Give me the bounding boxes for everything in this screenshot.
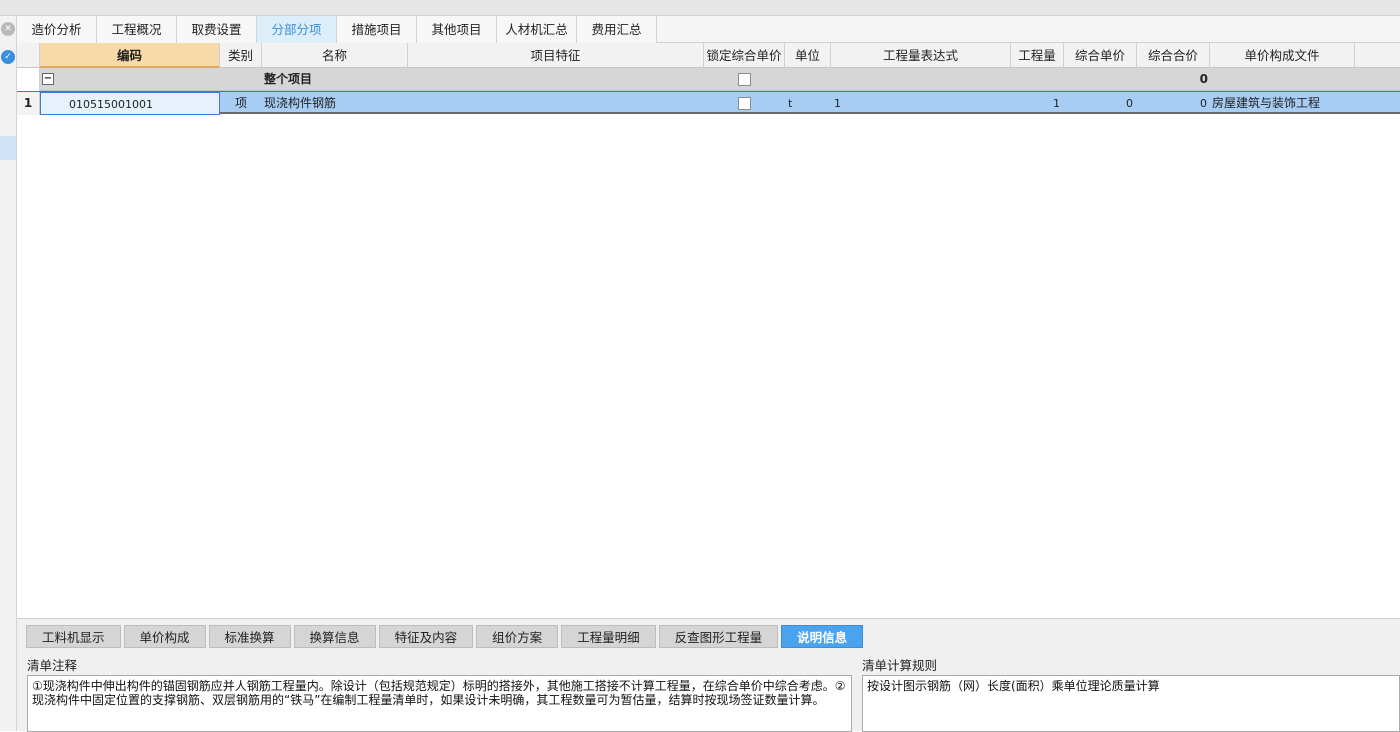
root-total-price: 0 (1199, 72, 1208, 86)
close-icon[interactable]: ✕ (1, 22, 15, 36)
table-row[interactable]: 1 010515001001 项 现浇构件钢筋 t 1 1 0 0 房屋建筑与装… (17, 91, 1400, 115)
header-quantity-expression[interactable]: 工程量表达式 (831, 43, 1011, 68)
header-unit-price[interactable]: 综合单价 (1064, 43, 1137, 68)
item-quantity[interactable]: 1 (1011, 92, 1060, 115)
tab-fee-settings[interactable]: 取费设置 (177, 16, 257, 43)
header-row-number (17, 43, 40, 68)
item-code[interactable]: 010515001001 (40, 92, 220, 115)
tab-reverse-graphic-quantity[interactable]: 反查图形工程量 (658, 625, 779, 648)
tab-fee-summary[interactable]: 费用汇总 (577, 16, 657, 43)
lock-price-checkbox[interactable] (738, 73, 751, 86)
side-selection-marker (0, 136, 16, 160)
header-feature[interactable]: 项目特征 (408, 43, 704, 68)
item-name[interactable]: 现浇构件钢筋 (264, 92, 404, 115)
tab-feature-content[interactable]: 特征及内容 (378, 625, 474, 648)
tab-quantity-details[interactable]: 工程量明细 (561, 625, 656, 648)
header-quantity[interactable]: 工程量 (1011, 43, 1064, 68)
tab-conversion-info[interactable]: 换算信息 (293, 625, 376, 648)
tab-project-overview[interactable]: 工程概况 (97, 16, 177, 43)
header-lock-price[interactable]: 锁定综合单价 (704, 43, 785, 68)
tab-labor-material-summary[interactable]: 人材机汇总 (497, 16, 577, 43)
row-number: 1 (17, 92, 40, 115)
bottom-tabs: 工料机显示 单价构成 标准换算 换算信息 特征及内容 组价方案 工程量明细 反查… (26, 625, 866, 648)
lock-price-checkbox[interactable] (738, 97, 751, 110)
window-top-strip (0, 0, 1400, 16)
tab-measures[interactable]: 措施项目 (337, 16, 417, 43)
item-unit-price[interactable]: 0 (1064, 92, 1133, 115)
detail-panel: 工料机显示 单价构成 标准换算 换算信息 特征及内容 组价方案 工程量明细 反查… (17, 618, 1400, 732)
tab-labor-material-display[interactable]: 工料机显示 (26, 625, 121, 648)
item-total-price[interactable]: 0 (1137, 92, 1207, 115)
header-price-file[interactable]: 单价构成文件 (1210, 43, 1355, 68)
header-total-price[interactable]: 综合合价 (1137, 43, 1210, 68)
header-unit[interactable]: 单位 (785, 43, 831, 68)
table-row-root[interactable]: − 整个项目 0 (17, 68, 1400, 91)
root-name: 整个项目 (264, 72, 313, 86)
item-type[interactable]: 项 (220, 92, 262, 115)
left-side-bar: ✕ ✓ (0, 16, 17, 731)
item-price-file[interactable]: 房屋建筑与装饰工程 (1212, 92, 1355, 115)
tab-description-info[interactable]: 说明信息 (781, 625, 864, 648)
bill-notes-label: 清单注释 (27, 658, 78, 673)
tab-unit-price-composition[interactable]: 单价构成 (123, 625, 206, 648)
tab-divisional-items[interactable]: 分部分项 (257, 16, 337, 43)
tab-other-items[interactable]: 其他项目 (417, 16, 497, 43)
tab-pricing-plan[interactable]: 组价方案 (476, 625, 559, 648)
item-unit[interactable]: t (788, 92, 828, 115)
bill-grid: 编码 类别 名称 项目特征 锁定综合单价 单位 工程量表达式 工程量 综合单价 … (17, 43, 1400, 618)
row-number (17, 68, 40, 91)
tab-cost-analysis[interactable]: 造价分析 (17, 16, 97, 43)
header-name[interactable]: 名称 (262, 43, 408, 68)
check-icon[interactable]: ✓ (1, 50, 15, 64)
calc-rules-text[interactable]: 按设计图示钢筋（网）长度(面积）乘单位理论质量计算 (862, 675, 1400, 732)
bill-notes-text[interactable]: ①现浇构件中伸出构件的锚固钢筋应并人钢筋工程量内。除设计（包括规范规定）标明的搭… (27, 675, 852, 732)
grid-header: 编码 类别 名称 项目特征 锁定综合单价 单位 工程量表达式 工程量 综合单价 … (17, 43, 1400, 68)
main-tabs: 造价分析 工程概况 取费设置 分部分项 措施项目 其他项目 人材机汇总 费用汇总 (17, 16, 1400, 43)
header-code[interactable]: 编码 (40, 43, 220, 68)
item-quantity-expression[interactable]: 1 (834, 92, 1004, 115)
calc-rules-label: 清单计算规则 (862, 658, 938, 673)
tab-standard-conversion[interactable]: 标准换算 (208, 625, 291, 648)
collapse-icon[interactable]: − (42, 73, 54, 85)
header-type[interactable]: 类别 (220, 43, 262, 68)
